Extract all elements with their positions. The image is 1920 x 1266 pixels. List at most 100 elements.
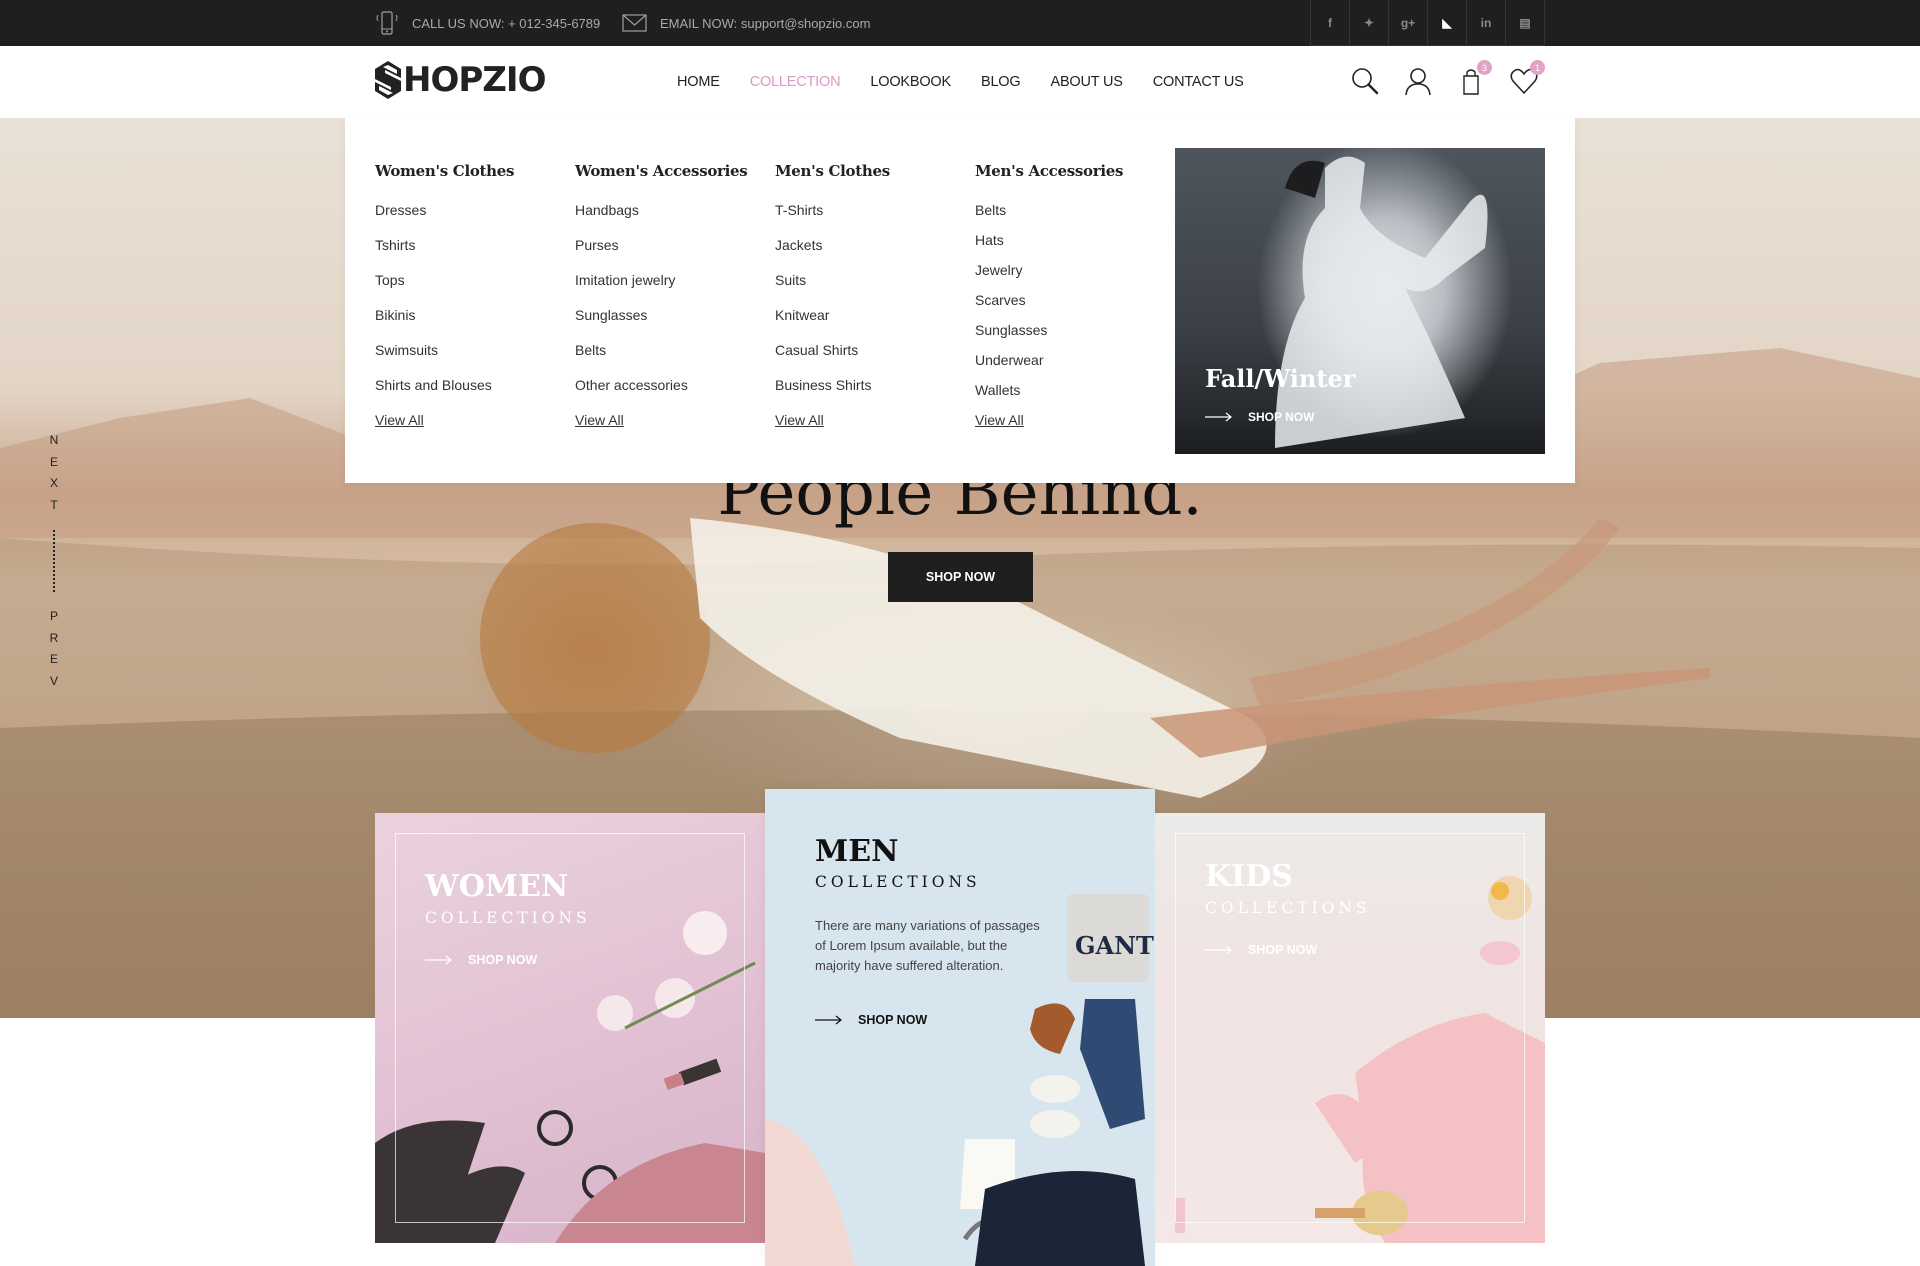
men-shop-now-link[interactable]: SHOP NOW xyxy=(815,1013,927,1027)
slider-nav: N E X T P R E V xyxy=(49,430,59,692)
view-all-link[interactable]: View All xyxy=(975,412,1123,442)
arrow-right-icon xyxy=(815,1015,842,1025)
card-title: WOMEN xyxy=(425,869,569,904)
view-all-link[interactable]: View All xyxy=(375,412,514,447)
menu-link[interactable]: Dresses xyxy=(375,202,514,237)
menu-column-mens-clothes: Men's Clothes T-Shirts Jackets Suits Kni… xyxy=(775,162,890,447)
menu-link[interactable]: Belts xyxy=(575,342,747,377)
nav-home[interactable]: HOME xyxy=(677,74,720,90)
women-shop-now-link[interactable]: SHOP NOW xyxy=(425,953,537,967)
promo-title: Fall/Winter xyxy=(1205,364,1356,393)
menu-column-womens-accessories: Women's Accessories Handbags Purses Imit… xyxy=(575,162,748,447)
menu-column-title: Women's Accessories xyxy=(575,162,748,180)
top-bar: CALL US NOW: + 012-345-6789 EMAIL NOW: s… xyxy=(0,0,1920,46)
next-letter: N xyxy=(49,433,59,447)
card-description: There are many variations of passages of… xyxy=(815,918,1040,973)
menu-link[interactable]: Scarves xyxy=(975,292,1123,322)
logo-mark-icon xyxy=(375,61,401,99)
cart-button[interactable]: 3 xyxy=(1456,60,1492,96)
arrow-right-icon xyxy=(1205,412,1232,422)
phone-icon xyxy=(376,11,398,35)
prev-slide-button[interactable]: P R E V xyxy=(49,606,59,692)
prev-letter: E xyxy=(49,652,58,666)
women-collection-card[interactable]: WOMEN COLLECTIONS SHOP NOW xyxy=(375,813,765,1243)
menu-link[interactable]: Jewelry xyxy=(975,262,1123,292)
next-letter: T xyxy=(50,497,58,512)
menu-link[interactable]: Casual Shirts xyxy=(775,342,890,377)
menu-link[interactable]: Belts xyxy=(975,202,1123,232)
menu-column-title: Women's Clothes xyxy=(375,162,515,180)
linkedin-icon[interactable]: in xyxy=(1467,0,1506,46)
menu-link[interactable]: Bikinis xyxy=(375,307,514,342)
men-collection-card[interactable]: GANT MEN COLLECTIONS There are many vari… xyxy=(765,789,1155,1266)
arrow-right-icon xyxy=(425,955,452,965)
card-cta-label: SHOP NOW xyxy=(468,953,538,967)
menu-column-mens-accessories: Men's Accessories Belts Hats Jewelry Sca… xyxy=(975,162,1123,442)
google-plus-icon[interactable]: g+ xyxy=(1389,0,1428,46)
phone-contact[interactable]: CALL US NOW: + 012-345-6789 xyxy=(374,0,600,46)
promo-shop-now-link[interactable]: SHOP NOW xyxy=(1205,410,1314,424)
email-label: EMAIL NOW: support@shopzio.com xyxy=(660,15,871,31)
logo-text: HOPZIO xyxy=(403,60,546,100)
menu-column-title: Men's Clothes xyxy=(775,162,890,180)
twitter-icon[interactable]: ✦ xyxy=(1350,0,1389,46)
menu-link[interactable]: Tops xyxy=(375,272,514,307)
kids-shop-now-link[interactable]: SHOP NOW xyxy=(1205,943,1317,957)
menu-link[interactable]: Sunglasses xyxy=(575,307,747,342)
prev-letter: V xyxy=(49,673,58,688)
user-icon xyxy=(1405,68,1431,96)
nav-contact-us[interactable]: CONTACT US xyxy=(1153,74,1244,90)
menu-link[interactable]: Imitation jewelry xyxy=(575,272,747,307)
menu-link[interactable]: Suits xyxy=(775,272,890,307)
menu-link[interactable]: Jackets xyxy=(775,237,890,272)
card-subtitle: COLLECTIONS xyxy=(815,873,981,891)
menu-link[interactable]: T-Shirts xyxy=(775,202,890,237)
prev-letter: R xyxy=(49,630,59,645)
view-all-link[interactable]: View All xyxy=(575,412,747,447)
nav-collection[interactable]: COLLECTION xyxy=(750,74,841,90)
card-title: KIDS xyxy=(1205,859,1293,894)
email-contact[interactable]: EMAIL NOW: support@shopzio.com xyxy=(622,0,870,46)
next-letter: X xyxy=(49,476,58,490)
account-button[interactable] xyxy=(1403,66,1433,96)
card-title: MEN xyxy=(815,834,899,869)
dancer-image xyxy=(1275,156,1488,449)
menu-link[interactable]: Hats xyxy=(975,232,1123,262)
facebook-icon[interactable]: f xyxy=(1311,0,1350,46)
menu-link[interactable]: Handbags xyxy=(575,202,747,237)
menu-link[interactable]: Other accessories xyxy=(575,377,747,412)
kids-collection-card[interactable]: KIDS COLLECTIONS SHOP NOW xyxy=(1155,813,1545,1243)
menu-link[interactable]: Business Shirts xyxy=(775,377,890,412)
svg-text:GANT: GANT xyxy=(1075,931,1154,960)
wishlist-button[interactable]: 1 xyxy=(1509,60,1545,96)
view-all-link[interactable]: View All xyxy=(775,412,890,447)
card-subtitle: COLLECTIONS xyxy=(1205,899,1371,917)
menu-link[interactable]: Shirts and Blouses xyxy=(375,377,514,412)
hero-shop-now-button[interactable]: SHOP NOW xyxy=(888,552,1033,602)
card-cta-label: SHOP NOW xyxy=(1248,943,1318,957)
cart-count-badge: 3 xyxy=(1477,60,1492,75)
next-letter: E xyxy=(49,454,58,469)
main-nav: HOME COLLECTION LOOKBOOK BLOG ABOUT US C… xyxy=(677,46,1274,118)
arrow-right-icon xyxy=(1205,945,1232,955)
menu-link[interactable]: Purses xyxy=(575,237,747,272)
next-slide-button[interactable]: N E X T xyxy=(49,430,59,516)
menu-link[interactable]: Wallets xyxy=(975,382,1123,412)
fall-winter-promo[interactable]: Fall/Winter SHOP NOW xyxy=(1175,148,1545,454)
slider-divider xyxy=(53,530,55,592)
social-links: f ✦ g+ ◣ in ▤ xyxy=(1310,0,1545,46)
menu-link[interactable]: Knitwear xyxy=(775,307,890,342)
logo[interactable]: HOPZIO xyxy=(373,60,546,100)
menu-link[interactable]: Swimsuits xyxy=(375,342,514,377)
nav-blog[interactable]: BLOG xyxy=(981,74,1021,90)
menu-link[interactable]: Tshirts xyxy=(375,237,514,272)
card-cta-label: SHOP NOW xyxy=(858,1013,928,1027)
wishlist-count-badge: 1 xyxy=(1530,60,1545,75)
menu-link[interactable]: Sunglasses xyxy=(975,322,1123,352)
nav-about-us[interactable]: ABOUT US xyxy=(1050,74,1122,90)
search-button[interactable] xyxy=(1350,66,1380,96)
menu-link[interactable]: Underwear xyxy=(975,352,1123,382)
rss-icon[interactable]: ◣ xyxy=(1428,0,1467,46)
youtube-icon[interactable]: ▤ xyxy=(1506,0,1545,46)
nav-lookbook[interactable]: LOOKBOOK xyxy=(870,74,951,90)
